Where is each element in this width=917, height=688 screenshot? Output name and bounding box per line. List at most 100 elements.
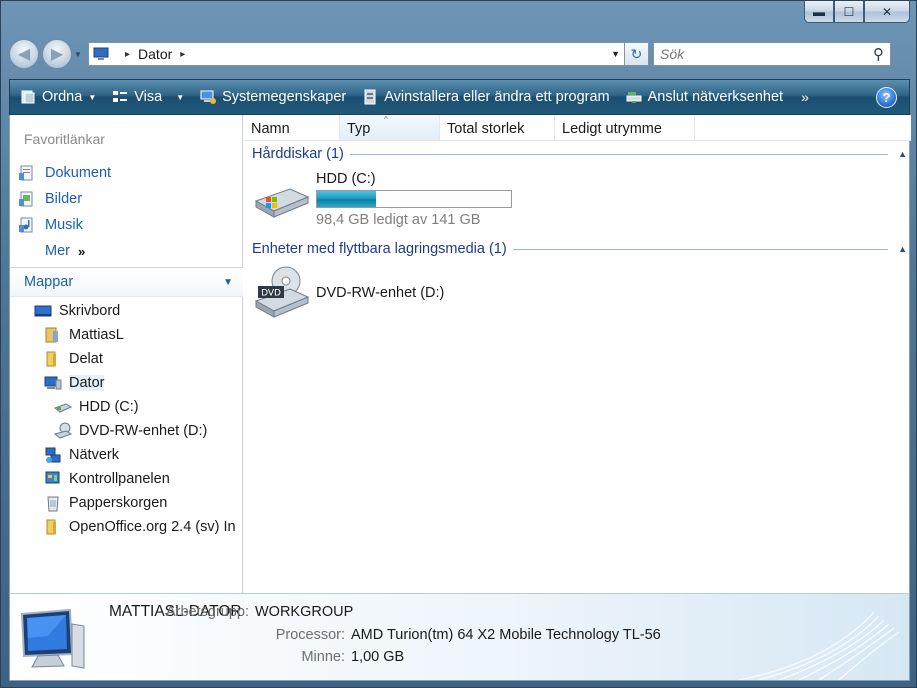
detail-value: 1,00 GB <box>351 649 405 665</box>
more-commands-button[interactable]: » <box>801 89 809 105</box>
recent-pages-dropdown[interactable]: ▼ <box>74 50 84 59</box>
back-button[interactable]: ◀ <box>9 39 39 69</box>
address-bar[interactable]: ▸ Dator ▸ ▼ <box>88 42 625 66</box>
tree-item-label: Nätverk <box>69 447 119 463</box>
dvd-drive-icon: DVD <box>254 266 310 318</box>
detail-processor: Processor: AMD Turion(tm) 64 X2 Mobile T… <box>255 627 661 643</box>
tree-item-recycle-bin[interactable]: Papperskorgen <box>10 491 243 515</box>
folder-icon <box>46 351 56 367</box>
drive-name: HDD (C:) <box>316 171 376 187</box>
more-label: Mer <box>45 243 70 259</box>
decorative-swoosh <box>739 611 900 680</box>
breadcrumb-separator-icon[interactable]: ▸ <box>180 49 185 60</box>
hard-drive-icon <box>54 403 72 413</box>
tree-item-openoffice[interactable]: OpenOffice.org 2.4 (sv) In <box>10 515 243 539</box>
organize-button[interactable]: Ordna ▼ <box>20 89 96 105</box>
group-divider <box>349 153 889 155</box>
uninstall-program-label: Avinstallera eller ändra ett program <box>384 89 610 105</box>
group-header-removable-storage[interactable]: Enheter med flyttbara lagringsmedia (1) … <box>252 239 907 259</box>
computer-icon <box>93 47 109 60</box>
column-label: Typ <box>347 121 371 137</box>
detail-memory: Minne: 1,00 GB <box>255 649 404 665</box>
search-icon[interactable]: ⚲ <box>873 45 884 63</box>
refresh-button[interactable]: ↻ <box>625 42 649 66</box>
folder-tree: Skrivbord MattiasL Delat Dator HDD (C:) <box>10 299 243 539</box>
detail-value: WORKGROUP <box>255 604 354 620</box>
refresh-icon: ↻ <box>630 45 643 62</box>
help-icon: ? <box>882 90 891 105</box>
drive-usage-bar <box>316 190 512 208</box>
tree-item-network[interactable]: Nätverk <box>10 443 243 467</box>
uninstall-program-button[interactable]: Avinstallera eller ändra ett program <box>362 89 610 105</box>
folder-icon <box>46 519 56 535</box>
favorites-more-link[interactable]: Mer » <box>18 238 111 264</box>
music-icon <box>19 217 33 233</box>
documents-icon <box>19 165 33 181</box>
favorite-label: Dokument <box>45 165 112 181</box>
tree-item-label: Dator <box>69 375 105 391</box>
favorite-music[interactable]: Musik <box>18 212 111 238</box>
tree-item-hdd[interactable]: HDD (C:) <box>10 395 243 419</box>
folders-header[interactable]: Mappar ▼ <box>10 267 243 297</box>
group-divider <box>512 248 889 250</box>
tree-item-desktop[interactable]: Skrivbord <box>10 299 243 323</box>
tree-item-label: Papperskorgen <box>69 495 168 511</box>
column-header-free-space[interactable]: Ledigt utrymme <box>555 115 695 140</box>
organize-label: Ordna <box>42 89 83 105</box>
command-bar: Ordna ▼ Visa ▼ Systemegenskaper Avinstal… <box>9 79 910 115</box>
help-button[interactable]: ? <box>876 87 897 108</box>
tree-item-control-panel[interactable]: Kontrollpanelen <box>10 467 243 491</box>
tree-item-shared[interactable]: Delat <box>10 347 243 371</box>
drive-item-hdd[interactable]: HDD (C:) 98,4 GB ledigt av 141 GB <box>252 171 512 228</box>
system-properties-button[interactable]: Systemegenskaper <box>200 89 346 105</box>
drive-item-dvd[interactable]: DVD DVD-RW-enhet (D:) <box>252 265 444 321</box>
collapse-group-icon[interactable]: ▲ <box>898 244 907 254</box>
favorite-documents[interactable]: Dokument <box>18 160 111 186</box>
favorites-title: Favoritlänkar <box>24 131 105 147</box>
detail-key: Processor: <box>275 627 345 643</box>
minimize-button[interactable]: ▬ <box>804 1 834 23</box>
control-panel-icon <box>45 471 60 484</box>
dvd-badge: DVD <box>261 289 281 299</box>
pictures-icon <box>19 191 33 207</box>
system-properties-label: Systemegenskaper <box>222 89 347 105</box>
maximize-button[interactable]: ☐ <box>834 1 864 23</box>
tree-item-label: OpenOffice.org 2.4 (sv) In <box>69 519 236 535</box>
sort-ascending-icon: ^ <box>384 115 388 124</box>
chevron-down-icon: ▼ <box>88 92 97 102</box>
search-box: ⚲ <box>653 42 891 66</box>
details-pane: MATTIASL-DATOR Arbetsgrupp: WORKGROUP Pr… <box>9 593 910 681</box>
forward-button[interactable]: ▶ <box>42 39 72 69</box>
tree-item-user[interactable]: MattiasL <box>10 323 243 347</box>
user-folder-icon <box>45 327 58 343</box>
tree-item-label: Kontrollpanelen <box>69 471 170 487</box>
views-button[interactable]: Visa ▼ <box>112 89 184 105</box>
favorite-pictures[interactable]: Bilder <box>18 186 111 212</box>
views-icon <box>113 91 128 102</box>
group-title: Enheter med flyttbara lagringsmedia (1) <box>252 241 507 257</box>
search-input[interactable] <box>660 46 873 62</box>
chevron-down-icon: ▼ <box>223 276 233 288</box>
column-header-total-size[interactable]: Total storlek <box>440 115 555 140</box>
tree-item-label: MattiasL <box>69 327 124 343</box>
column-headers: Namn ^ Typ Total storlek Ledigt utrymme <box>244 115 911 141</box>
breadcrumb-dator[interactable]: Dator <box>138 46 172 62</box>
tree-item-dvd[interactable]: DVD-RW-enhet (D:) <box>10 419 243 443</box>
map-network-drive-button[interactable]: Anslut nätverksenhet <box>626 89 783 105</box>
computer-icon <box>20 608 85 669</box>
system-properties-icon <box>200 90 217 104</box>
breadcrumb-separator-icon: ▸ <box>125 48 131 60</box>
chevron-down-icon: ▼ <box>176 92 185 102</box>
detail-key: Minne: <box>301 649 345 665</box>
close-button[interactable]: ✕ <box>864 1 910 23</box>
address-dropdown-icon[interactable]: ▼ <box>611 49 620 59</box>
column-header-name[interactable]: Namn <box>244 115 340 140</box>
hard-drive-icon <box>254 188 310 218</box>
tree-item-computer[interactable]: Dator <box>10 371 243 395</box>
views-label: Visa <box>134 89 163 105</box>
group-header-hard-disks[interactable]: Hårddiskar (1) ▲ <box>252 144 907 164</box>
column-header-type[interactable]: ^ Typ <box>340 115 440 140</box>
collapse-group-icon[interactable]: ▲ <box>898 149 907 159</box>
file-list-pane: Namn ^ Typ Total storlek Ledigt utrymme … <box>244 115 911 593</box>
column-label: Total storlek <box>447 121 525 137</box>
